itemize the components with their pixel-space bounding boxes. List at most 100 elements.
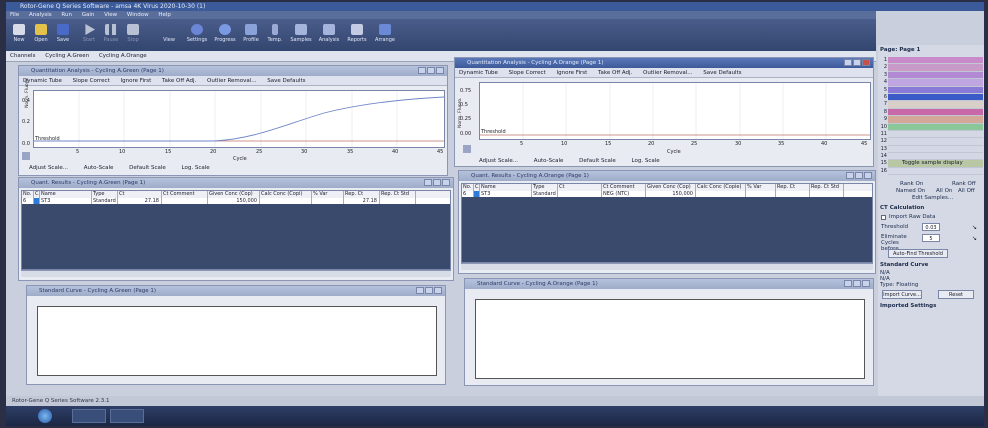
menu-help[interactable]: Help bbox=[158, 12, 171, 18]
threshold-pick-icon[interactable]: ↘ bbox=[972, 224, 977, 231]
auto-scale-button[interactable]: Auto-Scale bbox=[84, 165, 114, 171]
menu-view[interactable]: View bbox=[104, 12, 117, 18]
ignore-first-button[interactable]: Ignore First bbox=[120, 78, 151, 84]
minimize-button[interactable] bbox=[844, 59, 852, 66]
all-on-button[interactable]: All On bbox=[936, 188, 952, 194]
toggle-sample-display[interactable]: Toggle sample display bbox=[902, 160, 963, 167]
taskbar-app-button[interactable] bbox=[72, 409, 106, 423]
take-off-adj-button[interactable]: Take Off Adj. bbox=[598, 70, 632, 76]
sample-row[interactable]: 9 bbox=[884, 116, 983, 124]
default-scale-button[interactable]: Default Scale bbox=[579, 158, 616, 164]
tab-cycling-orange[interactable]: Cycling A.Orange bbox=[99, 51, 147, 62]
sample-row[interactable]: 16 bbox=[881, 167, 983, 176]
start-button[interactable]: Start bbox=[78, 22, 100, 48]
adjust-scale-button[interactable]: Adjust Scale... bbox=[29, 165, 68, 171]
minimize-button[interactable] bbox=[846, 172, 854, 179]
outlier-removal-button[interactable]: Outlier Removal... bbox=[207, 78, 257, 84]
close-button[interactable] bbox=[864, 172, 872, 179]
reports-button[interactable]: Reports bbox=[344, 22, 370, 48]
sample-row[interactable]: 13 bbox=[881, 145, 983, 154]
ignore-first-button[interactable]: Ignore First bbox=[556, 70, 587, 76]
minimize-button[interactable] bbox=[418, 67, 426, 74]
close-button[interactable] bbox=[442, 179, 450, 186]
eliminate-cycles-input[interactable]: 5 bbox=[922, 234, 940, 242]
samples-button[interactable]: Samples bbox=[288, 22, 314, 48]
view-button[interactable]: View bbox=[158, 22, 180, 48]
table-row[interactable]: 6 ST3 Standard 27.18 150,000 27.18 bbox=[22, 198, 450, 204]
dynamic-tube-button[interactable]: Dynamic Tube bbox=[459, 70, 498, 76]
horizontal-scrollbar[interactable] bbox=[21, 270, 451, 277]
sample-row[interactable]: 3 bbox=[884, 71, 983, 80]
progress-button[interactable]: Progress bbox=[212, 22, 238, 48]
temp-button[interactable]: Temp. bbox=[264, 22, 286, 48]
eliminate-pick-icon[interactable]: ↘ bbox=[972, 235, 977, 242]
minimize-button[interactable] bbox=[424, 179, 432, 186]
sample-row[interactable]: 2 bbox=[884, 64, 983, 72]
analysis-button[interactable]: Analysis bbox=[316, 22, 342, 48]
slope-correct-button[interactable]: Slope Correct bbox=[509, 70, 546, 76]
settings-button[interactable]: Settings bbox=[184, 22, 210, 48]
slope-correct-button[interactable]: Slope Correct bbox=[73, 78, 110, 84]
horizontal-scrollbar[interactable] bbox=[461, 263, 873, 270]
auto-scale-button[interactable]: Auto-Scale bbox=[534, 158, 564, 164]
sample-row[interactable]: 6 bbox=[884, 93, 983, 102]
import-raw-checkbox[interactable] bbox=[881, 215, 886, 220]
import-curve-button[interactable]: Import Curve... bbox=[882, 290, 922, 299]
all-off-button[interactable]: All Off bbox=[958, 188, 975, 194]
named-on-button[interactable]: Named On bbox=[896, 188, 925, 194]
maximize-button[interactable] bbox=[425, 287, 433, 294]
menu-run[interactable]: Run bbox=[61, 12, 72, 18]
minimize-button[interactable] bbox=[844, 280, 852, 287]
maximize-button[interactable] bbox=[853, 59, 861, 66]
auto-find-threshold-button[interactable]: Auto-Find Threshold bbox=[888, 249, 948, 258]
maximize-button[interactable] bbox=[427, 67, 435, 74]
zoom-icon[interactable] bbox=[463, 145, 471, 153]
outlier-removal-button[interactable]: Outlier Removal... bbox=[643, 70, 693, 76]
sample-row[interactable]: 10 bbox=[881, 123, 983, 131]
arrange-button[interactable]: Arrange bbox=[372, 22, 398, 48]
sample-row[interactable]: 11 bbox=[881, 130, 983, 139]
sample-row[interactable]: 14 bbox=[881, 153, 983, 161]
sample-row[interactable]: 7 bbox=[884, 101, 983, 109]
table-row[interactable]: 6 ST3 Standard NEG (NTC) 150,000 bbox=[462, 191, 872, 197]
log-scale-button[interactable]: Log. Scale bbox=[632, 158, 660, 164]
sample-row[interactable]: 1 bbox=[884, 57, 983, 65]
maximize-button[interactable] bbox=[853, 280, 861, 287]
save-defaults-button[interactable]: Save Defaults bbox=[267, 78, 305, 84]
save-button[interactable]: Save bbox=[52, 22, 74, 48]
threshold-input[interactable]: 0.03 bbox=[922, 223, 940, 231]
sample-row[interactable]: 4 bbox=[884, 79, 983, 87]
maximize-button[interactable] bbox=[433, 179, 441, 186]
edit-samples-button[interactable]: Edit Samples... bbox=[912, 195, 953, 201]
rank-on-button[interactable]: Rank On bbox=[900, 181, 923, 187]
open-button[interactable]: Open bbox=[30, 22, 52, 48]
save-defaults-button[interactable]: Save Defaults bbox=[703, 70, 741, 76]
start-orb-icon[interactable] bbox=[38, 409, 52, 423]
sample-row[interactable]: 8 bbox=[884, 108, 983, 117]
sample-row[interactable]: 12 bbox=[881, 138, 983, 146]
reset-button[interactable]: Reset bbox=[938, 290, 974, 299]
maximize-button[interactable] bbox=[855, 172, 863, 179]
taskbar-app-button[interactable] bbox=[110, 409, 144, 423]
minimize-button[interactable] bbox=[416, 287, 424, 294]
rank-off-button[interactable]: Rank Off bbox=[952, 181, 976, 187]
profile-button[interactable]: Profile bbox=[240, 22, 262, 48]
pause-button[interactable]: Pause bbox=[100, 22, 122, 48]
close-button[interactable] bbox=[862, 280, 870, 287]
sample-row[interactable]: 5 bbox=[884, 86, 983, 94]
new-button[interactable]: New bbox=[8, 22, 30, 48]
close-button[interactable] bbox=[436, 67, 444, 74]
default-scale-button[interactable]: Default Scale bbox=[129, 165, 166, 171]
close-button[interactable] bbox=[862, 59, 870, 66]
zoom-icon[interactable] bbox=[22, 152, 30, 160]
adjust-scale-button[interactable]: Adjust Scale... bbox=[479, 158, 518, 164]
sample-row[interactable]: 15 Toggle sample display bbox=[881, 160, 983, 168]
menu-analysis[interactable]: Analysis bbox=[29, 12, 52, 18]
log-scale-button[interactable]: Log. Scale bbox=[182, 165, 210, 171]
menu-file[interactable]: File bbox=[10, 12, 19, 18]
take-off-adj-button[interactable]: Take Off Adj. bbox=[162, 78, 196, 84]
close-button[interactable] bbox=[434, 287, 442, 294]
menu-window[interactable]: Window bbox=[127, 12, 149, 18]
menu-gain[interactable]: Gain bbox=[82, 12, 95, 18]
tab-cycling-green[interactable]: Cycling A.Green bbox=[45, 51, 89, 62]
